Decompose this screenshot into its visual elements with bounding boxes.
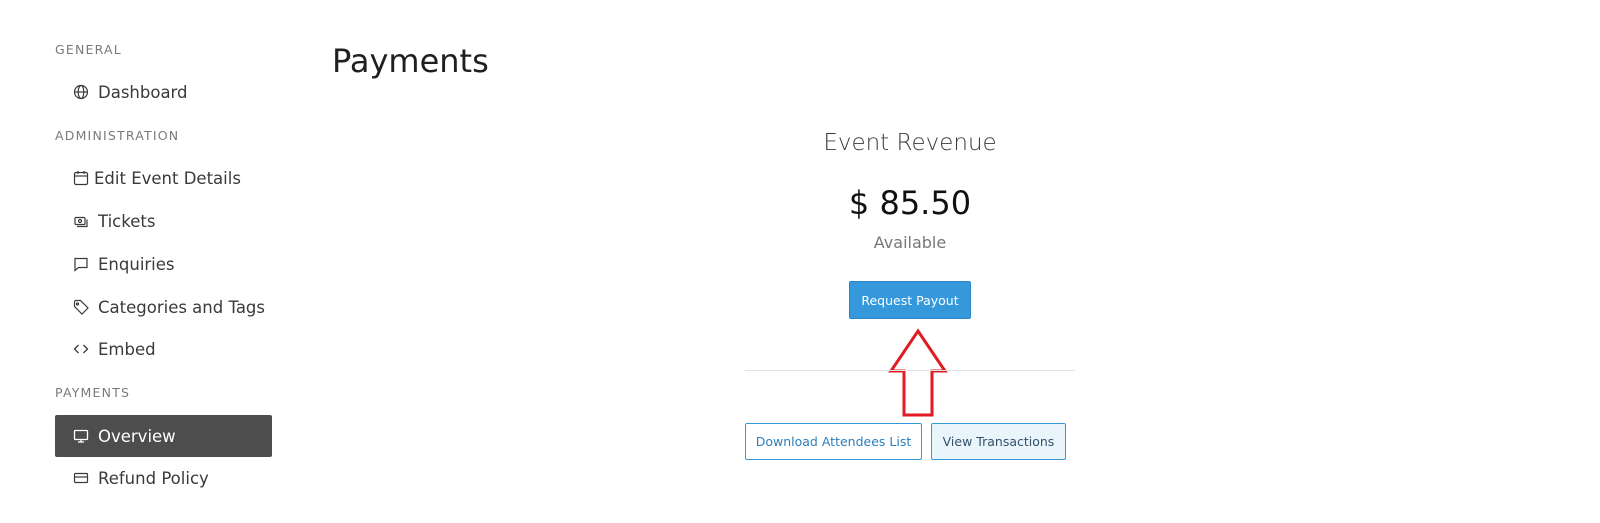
divider (745, 370, 1075, 371)
tag-icon (72, 299, 89, 316)
sidebar-item-label: Overview (98, 426, 176, 446)
sidebar-item-categories-and-tags[interactable]: Categories and Tags (55, 286, 272, 328)
globe-icon (72, 84, 89, 101)
calendar-icon (72, 170, 89, 187)
view-transactions-button[interactable]: View Transactions (931, 423, 1066, 460)
sidebar-item-label: Embed (98, 339, 156, 359)
request-payout-button[interactable]: Request Payout (849, 281, 971, 319)
monitor-icon (72, 428, 89, 445)
revenue-title: Event Revenue (823, 130, 997, 156)
sidebar-item-label: Enquiries (98, 254, 175, 274)
ticket-icon (72, 213, 89, 230)
sidebar-item-edit-event-details[interactable]: Edit Event Details (55, 157, 272, 199)
sidebar: GENERAL Dashboard ADMINISTRATION Edit Ev… (0, 0, 290, 523)
sidebar-item-dashboard[interactable]: Dashboard (55, 71, 272, 113)
credit-card-icon (72, 470, 89, 487)
chat-bubble-icon (72, 256, 89, 273)
page-title: Payments (332, 42, 489, 80)
sidebar-item-label: Edit Event Details (94, 168, 241, 188)
sidebar-item-overview[interactable]: Overview (55, 415, 272, 457)
download-attendees-list-button[interactable]: Download Attendees List (745, 423, 922, 460)
sidebar-item-tickets[interactable]: Tickets (55, 200, 272, 242)
app-root: GENERAL Dashboard ADMINISTRATION Edit Ev… (0, 0, 1600, 523)
sidebar-item-refund-policy[interactable]: Refund Policy (55, 457, 272, 499)
section-label-general: GENERAL (55, 42, 122, 57)
annotation-up-arrow-icon (888, 328, 948, 417)
section-label-payments: PAYMENTS (55, 385, 131, 400)
section-label-administration: ADMINISTRATION (55, 128, 180, 143)
sidebar-item-embed[interactable]: Embed (55, 328, 272, 370)
sidebar-item-label: Tickets (98, 211, 156, 231)
sidebar-item-enquiries[interactable]: Enquiries (55, 243, 272, 285)
sidebar-item-label: Refund Policy (98, 468, 209, 488)
sidebar-item-label: Dashboard (98, 82, 188, 102)
sidebar-item-label: Categories and Tags (98, 297, 265, 317)
code-icon (72, 341, 89, 358)
revenue-amount: $ 85.50 (848, 184, 972, 222)
revenue-availability-label: Available (873, 233, 947, 252)
